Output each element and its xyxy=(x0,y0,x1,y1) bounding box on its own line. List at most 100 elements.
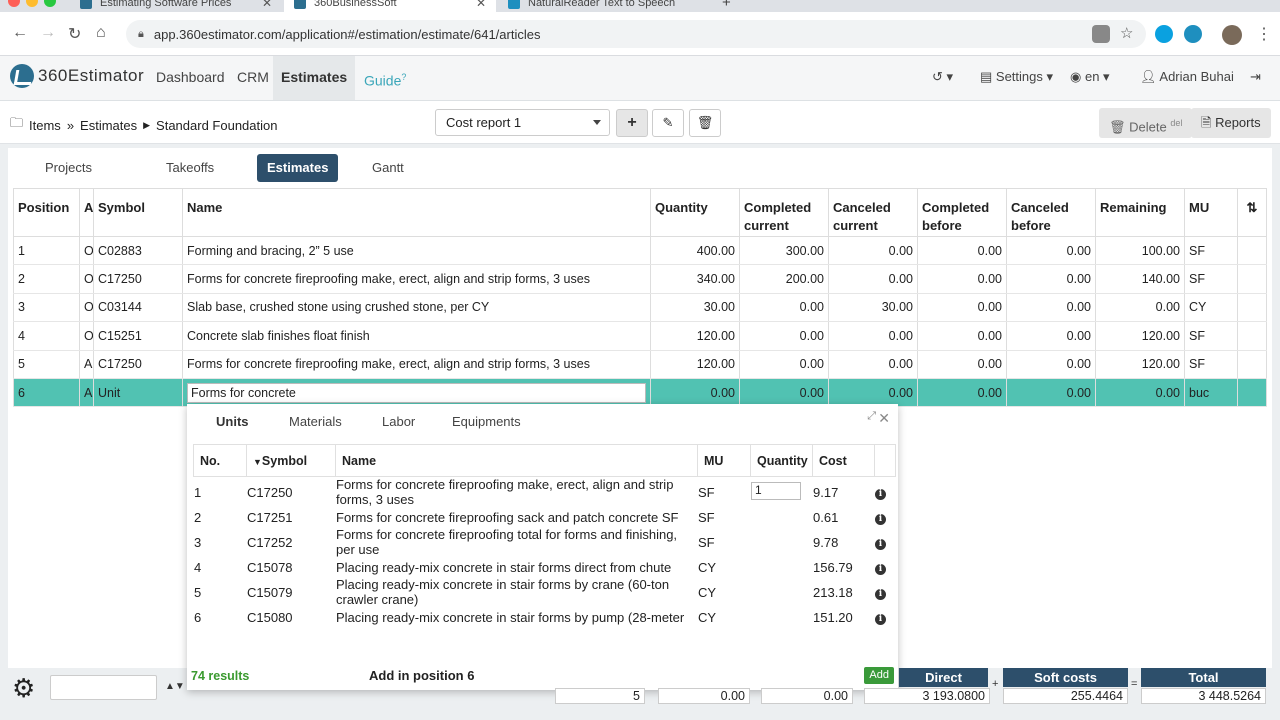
profile-avatar[interactable] xyxy=(1222,25,1242,45)
popup-tab-materials[interactable]: Materials xyxy=(289,414,342,429)
expand-icon[interactable]: ⤢ xyxy=(867,410,876,423)
user-menu[interactable]: 👤︎ Adrian Buhai xyxy=(1140,69,1234,85)
popup-tab-equipments[interactable]: Equipments xyxy=(452,414,521,429)
translate-icon[interactable] xyxy=(1092,25,1110,43)
table-row[interactable]: 5 A C17250 Forms for concrete fireproofing … xyxy=(13,350,1267,379)
col-canceled-before[interactable]: Canceled before xyxy=(1006,188,1096,237)
address-bar[interactable]: 🔒︎ app.360estimator.com/application#/est… xyxy=(126,20,1146,48)
close-tab-icon[interactable]: ✕ xyxy=(476,0,486,10)
popup-row[interactable]: 2 C17251 Forms for concrete fireproofing s… xyxy=(193,508,895,526)
breadcrumb-items[interactable]: Items xyxy=(29,118,61,133)
user-name: Adrian Buhai xyxy=(1159,69,1234,84)
tab-projects[interactable]: Projects xyxy=(35,154,102,182)
language-menu[interactable]: ◉ en ▾ xyxy=(1070,69,1110,85)
close-tab-icon[interactable]: ✕ xyxy=(262,0,272,10)
cost-report-select[interactable]: Cost report 1 xyxy=(435,109,610,136)
tab-takeoffs[interactable]: Takeoffs xyxy=(156,154,224,182)
popup-row[interactable]: 3 C17252 Forms for concrete fireproofing t… xyxy=(193,526,895,558)
home-icon[interactable]: ⌂ xyxy=(96,24,106,42)
popup-col-symbol[interactable]: ▼Symbol xyxy=(246,444,336,477)
tab-estimates[interactable]: Estimates xyxy=(257,154,339,182)
delete-button[interactable]: 🗑︎ Delete del xyxy=(1099,108,1193,138)
tab-favicon-icon xyxy=(80,0,92,9)
col-a[interactable]: A xyxy=(79,188,94,237)
folder-icon: 🗀︎ xyxy=(10,115,24,130)
forward-icon[interactable]: → xyxy=(40,24,56,42)
col-quantity[interactable]: Quantity xyxy=(650,188,740,237)
footer-count: 5 xyxy=(555,688,645,704)
nav-dashboard[interactable]: Dashboard xyxy=(148,56,233,100)
window-minimize-icon[interactable] xyxy=(26,0,38,7)
headphones-icon[interactable] xyxy=(1184,25,1202,43)
stepper-arrows-icon[interactable]: ▲▼ xyxy=(165,681,185,692)
nav-guide[interactable]: Guide? xyxy=(356,56,414,100)
col-symbol[interactable]: Symbol xyxy=(93,188,183,237)
table-row[interactable]: 4 O C15251 Concrete slab finishes float fin… xyxy=(13,321,1267,351)
bookmark-star-icon[interactable]: ☆ xyxy=(1120,24,1133,42)
popup-row[interactable]: 4 C15078 Placing ready-mix concrete in sta… xyxy=(193,558,895,576)
popup-results-list[interactable]: 1 C17250 Forms for concrete fireproofing m… xyxy=(187,476,898,656)
trash-button[interactable]: 🗑︎ xyxy=(689,109,721,137)
cell-mu: SF xyxy=(1184,264,1238,294)
popup-row[interactable]: 1 C17250 Forms for concrete fireproofing m… xyxy=(193,476,895,508)
reload-icon[interactable]: ↻ xyxy=(68,24,81,44)
browser-tab-3[interactable]: NaturalReader Text to Speech xyxy=(498,0,710,12)
cell-canceled-current: 0.00 xyxy=(828,321,918,351)
back-icon[interactable]: ← xyxy=(12,24,28,42)
skype-icon[interactable] xyxy=(1155,25,1173,43)
browser-toolbar: ← → ↻ ⌂ 🔒︎ app.360estimator.com/applicat… xyxy=(0,12,1280,56)
col-canceled-current[interactable]: Canceled current xyxy=(828,188,918,237)
history-icon[interactable]: ↺ ▾ xyxy=(932,69,953,85)
new-tab-button[interactable]: + xyxy=(712,0,741,12)
article-name-input[interactable]: Forms for concrete xyxy=(187,383,646,404)
popup-row[interactable]: 6 C15080 Placing ready-mix concrete in sta… xyxy=(193,608,895,626)
popup-col-name[interactable]: Name xyxy=(335,444,698,477)
popup-close-icon[interactable]: ✕ xyxy=(878,410,890,427)
col-mu[interactable]: MU xyxy=(1184,188,1238,237)
col-remaining[interactable]: Remaining xyxy=(1095,188,1185,237)
window-zoom-icon[interactable] xyxy=(44,0,56,7)
browser-tab-2[interactable]: 360BusinessSoft ✕ xyxy=(284,0,496,12)
table-row[interactable]: 1 O C02883 Forming and bracing, 2” 5 use 400… xyxy=(13,236,1267,266)
page-size-input[interactable] xyxy=(50,675,157,700)
reports-button[interactable]: 🗎︎ Reports xyxy=(1191,108,1271,138)
popup-col-quantity[interactable]: Quantity xyxy=(750,444,813,477)
nav-crm[interactable]: CRM xyxy=(229,56,277,100)
info-icon[interactable]: i xyxy=(875,614,886,625)
info-icon[interactable]: i xyxy=(875,539,886,550)
col-completed-before[interactable]: Completed before xyxy=(917,188,1007,237)
popup-col-cost[interactable]: Cost xyxy=(812,444,875,477)
add-button[interactable]: + xyxy=(616,109,648,137)
table-row[interactable]: 2 O C17250 Forms for concrete fireproofing … xyxy=(13,264,1267,294)
tab-gantt[interactable]: Gantt xyxy=(362,154,414,182)
edit-pencil-button[interactable]: ✎ xyxy=(652,109,684,137)
info-icon[interactable]: i xyxy=(875,514,886,525)
popup-tab-labor[interactable]: Labor xyxy=(382,414,415,429)
menu-kebab-icon[interactable]: ⋮ xyxy=(1256,24,1272,44)
info-icon[interactable]: i xyxy=(875,564,886,575)
col-name[interactable]: Name xyxy=(182,188,651,237)
add-article-button[interactable]: Add xyxy=(864,667,894,684)
breadcrumb-estimates[interactable]: Estimates xyxy=(80,118,137,133)
table-row[interactable]: 3 O C03144 Slab base, crushed stone using c… xyxy=(13,293,1267,323)
breadcrumb-standard-foundation[interactable]: Standard Foundation xyxy=(156,118,277,133)
settings-menu[interactable]: ▤ Settings ▾ xyxy=(980,69,1053,85)
popup-col-no[interactable]: No. xyxy=(193,444,247,477)
quantity-input[interactable]: 1 xyxy=(751,482,801,500)
window-close-icon[interactable] xyxy=(8,0,20,7)
table-row-editing[interactable]: 6 A Unit Forms for concrete 0.00 0.00 0.00 0.00… xyxy=(13,378,1267,408)
logout-icon[interactable]: ⇥ xyxy=(1250,69,1261,85)
popup-row[interactable]: 5 C15079 Placing ready-mix concrete in sta… xyxy=(193,576,895,608)
popup-tab-units[interactable]: Units xyxy=(216,414,249,429)
app-logo[interactable]: 360Estimator xyxy=(10,64,144,88)
col-position[interactable]: Position xyxy=(13,188,80,237)
nav-estimates[interactable]: Estimates xyxy=(273,56,356,100)
popup-col-mu[interactable]: MU xyxy=(697,444,751,477)
sort-toggle-icon[interactable]: ⇅ xyxy=(1237,188,1267,237)
gear-icon[interactable]: ⚙ xyxy=(12,673,35,704)
info-icon[interactable]: i xyxy=(875,589,886,600)
cell-spacer xyxy=(1237,350,1267,379)
info-icon[interactable]: i xyxy=(875,489,886,500)
col-completed-current[interactable]: Completed current xyxy=(739,188,829,237)
browser-tab-1[interactable]: Estimating Software Prices ✕ xyxy=(70,0,282,12)
